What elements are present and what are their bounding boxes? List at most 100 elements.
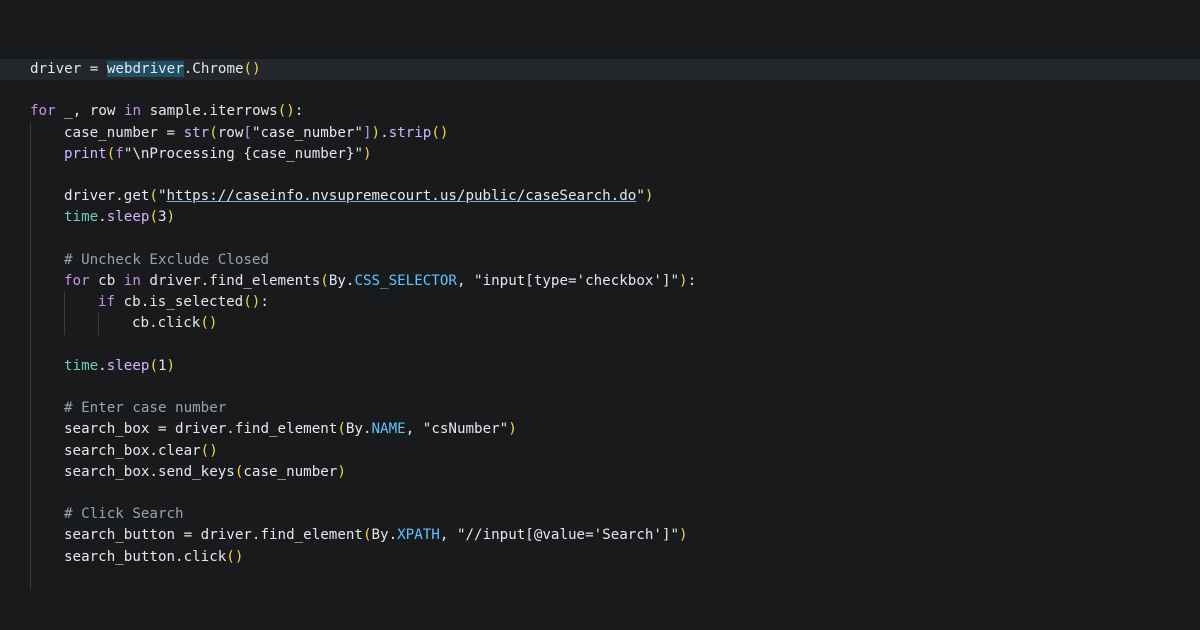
code-token: ( [149, 188, 158, 205]
code-token: ) [644, 188, 654, 205]
code-token: if [98, 294, 116, 311]
code-token: }" [345, 145, 364, 162]
code-token: By. [371, 527, 398, 544]
code-token: () [431, 124, 449, 141]
code-line[interactable]: for cb in driver.find_elements(By.CSS_SE… [30, 271, 1200, 292]
code-token: ( [362, 527, 372, 544]
code-token: # Uncheck Exclude Closed [64, 251, 269, 268]
indent-guide [64, 292, 65, 335]
code-token: ) [679, 273, 688, 289]
code-line[interactable]: time.sleep(3) [30, 207, 1200, 228]
code-token: # Click Search [64, 506, 184, 523]
code-token: case_number = [64, 124, 184, 141]
code-token: ) [363, 145, 372, 162]
code-token: f [115, 145, 124, 162]
code-token: ) [679, 527, 688, 544]
code-line[interactable]: search_button.click() [30, 547, 1200, 568]
code-token: sample.iterrows [141, 103, 278, 120]
code-token: ( [106, 145, 116, 162]
code-token: . [98, 209, 107, 226]
code-token: for [30, 103, 56, 120]
code-token: print [64, 145, 107, 162]
code-token: . [380, 124, 389, 141]
code-token: in [123, 273, 141, 289]
code-token: search_button.click [64, 548, 227, 565]
code-token: ) [166, 209, 176, 226]
code-token: search_box.send_keys [64, 463, 235, 480]
code-line[interactable] [30, 165, 1200, 186]
code-token: ( [209, 124, 218, 141]
code-line[interactable] [30, 377, 1200, 398]
code-token: () [243, 61, 261, 77]
code-token: row [217, 124, 244, 141]
code-line[interactable] [30, 335, 1200, 356]
code-token: "case_number" [251, 124, 363, 141]
code-token: ) [508, 421, 517, 438]
code-token: # Enter case number [64, 400, 227, 417]
code-line[interactable]: time.sleep(1) [30, 356, 1200, 377]
code-line[interactable]: if cb.is_selected(): [30, 292, 1200, 313]
code-token: sleep [106, 357, 150, 374]
code-token: ( [149, 357, 158, 374]
code-token: cb.click [132, 315, 201, 332]
code-token: in [123, 103, 142, 120]
code-token: driver = [30, 61, 107, 77]
code-token: () [226, 548, 244, 565]
code-line[interactable]: case_number = str(row["case_number"]).st… [30, 123, 1200, 144]
code-token: . [98, 357, 107, 374]
code-token: ) [166, 357, 176, 374]
code-token: driver.find_elements [140, 273, 321, 289]
code-token: [ [243, 124, 252, 141]
code-line[interactable]: print(f"\nProcessing {case_number}") [30, 144, 1200, 165]
code-token: ( [320, 273, 329, 289]
code-token: NAME [371, 421, 406, 438]
code-line[interactable] [30, 229, 1200, 250]
code-token: "input[type='checkbox']" [474, 273, 680, 289]
code-token: By. [328, 273, 355, 289]
code-token: search_box = driver.find_element [64, 421, 338, 438]
code-token: , [439, 527, 457, 544]
code-token: _, row [55, 103, 124, 120]
indent-guide [30, 122, 31, 589]
code-line[interactable]: search_box.clear() [30, 441, 1200, 462]
code-token: search_button = driver.find_element [64, 527, 363, 544]
code-token: "csNumber" [422, 421, 509, 438]
code-line[interactable]: search_button = driver.find_element(By.X… [30, 525, 1200, 546]
code-token: str [183, 124, 210, 141]
code-token: time [64, 357, 99, 374]
code-token: case_number [251, 145, 346, 162]
code-line[interactable]: # Enter case number [30, 398, 1200, 419]
code-token: case_number [243, 463, 338, 480]
code-line[interactable]: search_box.send_keys(case_number) [30, 462, 1200, 483]
code-editor[interactable]: driver = webdriver.Chrome() for _, row in… [0, 0, 1200, 630]
indent-guide [98, 313, 99, 335]
code-token: : [294, 103, 304, 120]
code-token: driver.get [64, 188, 150, 205]
code-token: () [200, 315, 218, 332]
code-line[interactable]: # Uncheck Exclude Closed [30, 250, 1200, 271]
code-line[interactable] [30, 483, 1200, 504]
code-line[interactable]: search_box = driver.find_element(By.NAME… [30, 419, 1200, 440]
code-token: ) [371, 124, 381, 141]
code-token: : [260, 294, 269, 311]
code-line[interactable] [30, 80, 1200, 101]
code-line[interactable]: for _, row in sample.iterrows(): [30, 101, 1200, 122]
code-token: " [636, 188, 645, 205]
code-token: webdriver [106, 61, 184, 77]
code-token: "//input[@value='Search']" [456, 527, 680, 544]
code-token: () [200, 442, 218, 459]
code-line[interactable]: cb.click() [30, 313, 1200, 334]
code-token: () [243, 294, 261, 311]
code-line[interactable]: # Click Search [30, 504, 1200, 525]
code-token: CSS_SELECTOR [354, 273, 457, 289]
code-token: : [687, 273, 697, 289]
code-token: By. [345, 421, 372, 438]
code-line[interactable]: driver = webdriver.Chrome() [0, 59, 1200, 80]
code-token: for [64, 273, 90, 289]
code-line[interactable]: driver.get( "https://caseinfo.nvsupremeco… [30, 186, 1200, 207]
code-token: https://caseinfo.nvsupremecourt.us/publi… [166, 188, 637, 205]
code-token: 3 [157, 209, 167, 226]
code-token: , [456, 273, 475, 289]
code-token: , [405, 421, 423, 438]
code-token: time [64, 209, 99, 226]
